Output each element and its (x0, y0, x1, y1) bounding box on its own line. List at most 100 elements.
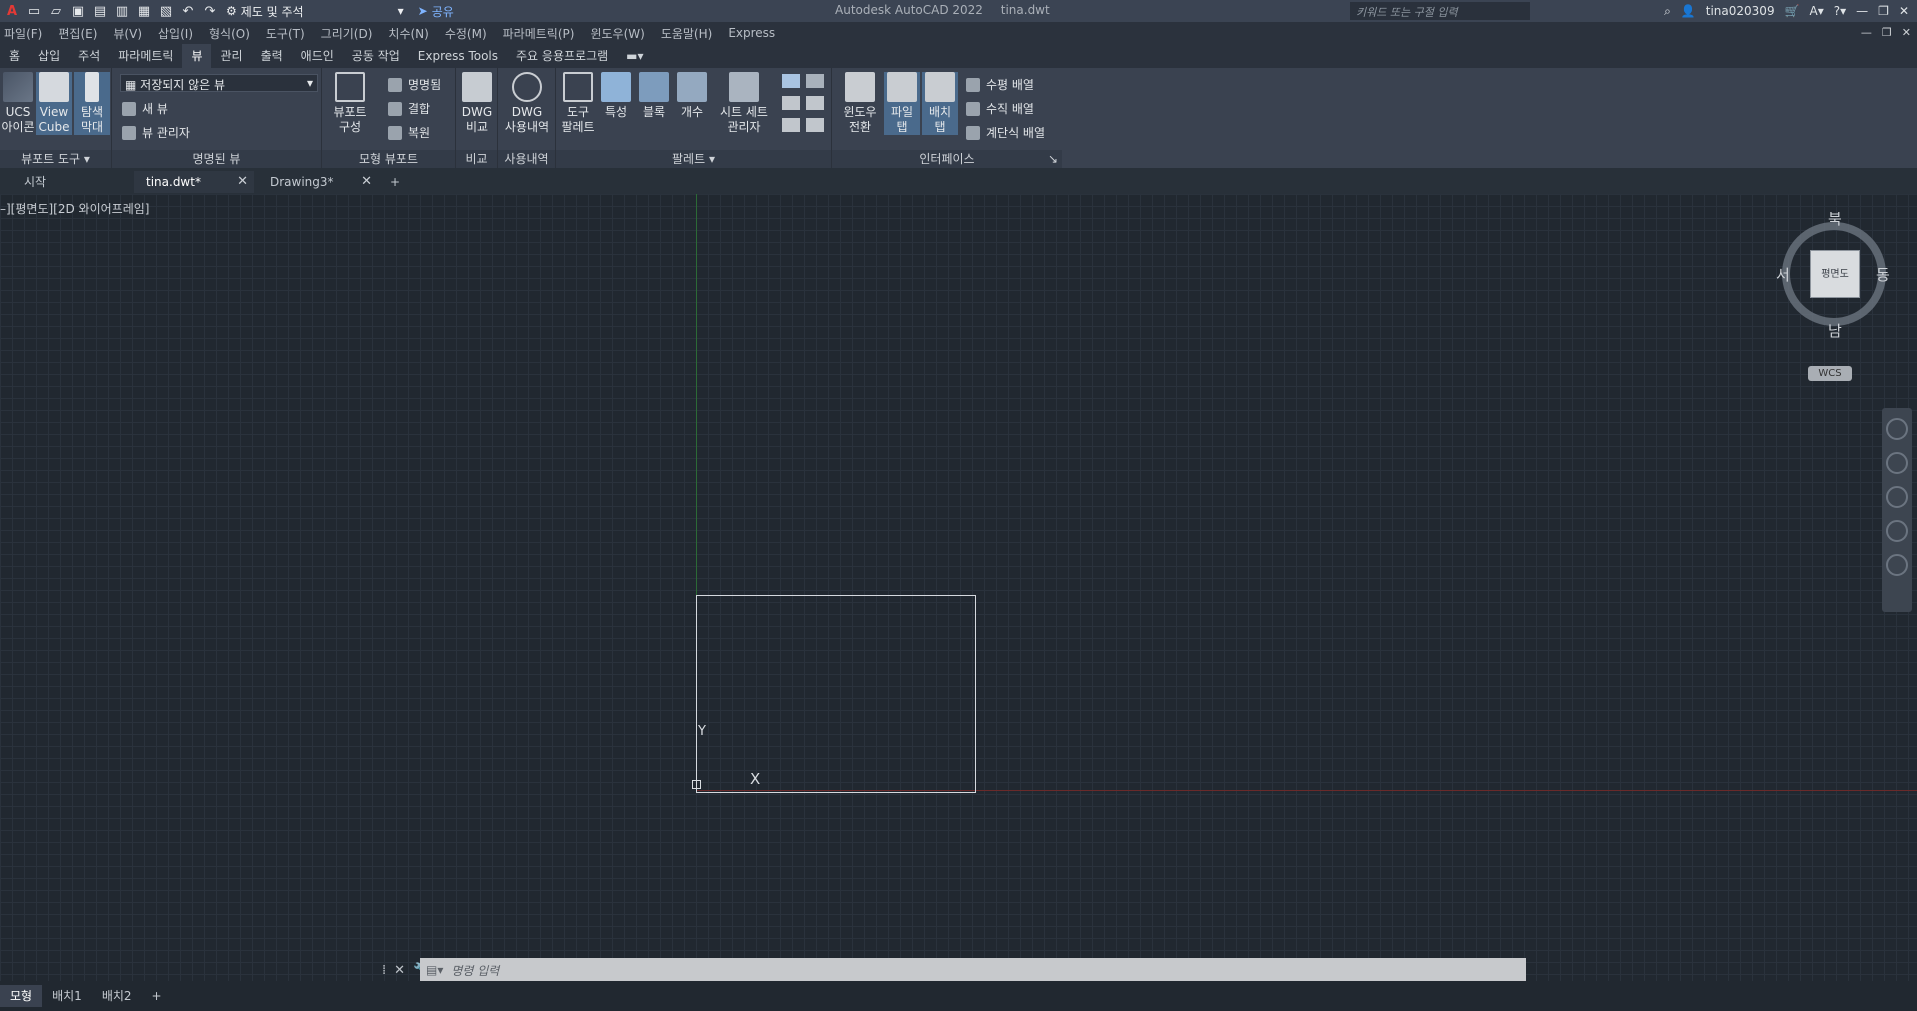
menu-item[interactable]: Express (724, 26, 787, 40)
menu-item[interactable]: 뷰(V) (109, 25, 154, 42)
restore-button[interactable]: 복원 (388, 124, 430, 141)
command-input[interactable]: ▤▾ 명령 입력 (420, 958, 1526, 982)
drawing-canvas[interactable]: –][평면도][2D 와이어프레임] Y X 평면도 북 남 동 서 WCS (0, 194, 1917, 981)
menu-item[interactable]: 편집(E) (54, 25, 109, 42)
doc-minimize-icon[interactable]: — (1861, 26, 1872, 39)
start-tab[interactable]: 시작 (0, 171, 130, 193)
sheet-set-button[interactable]: 시트 세트 관리자 (714, 72, 774, 135)
zoom-extents-icon[interactable] (1886, 486, 1908, 508)
external-refs-icon[interactable] (806, 74, 824, 88)
design-center-icon[interactable] (782, 74, 800, 88)
ribbon-tab[interactable]: 공동 작업 (343, 44, 409, 68)
minimize-icon[interactable]: — (1856, 4, 1868, 18)
compass-south[interactable]: 남 (1828, 320, 1842, 341)
pan-icon[interactable] (1886, 452, 1908, 474)
workspace-switcher[interactable]: ⚙ 제도 및 주석 ▾ (226, 3, 404, 20)
ribbon-tab[interactable]: Express Tools (409, 44, 507, 68)
doc-tab-tina[interactable]: tina.dwt* ✕ (134, 171, 254, 193)
ribbon-tab[interactable]: 홈 (0, 44, 29, 68)
dwg-history-button[interactable]: DWG 사용내역 (500, 72, 554, 135)
user-icon[interactable]: 👤 (1681, 4, 1696, 18)
autocad-logo-icon[interactable]: A (4, 3, 20, 19)
close-command-icon[interactable]: ✕ (394, 963, 405, 978)
add-layout-icon[interactable]: + (142, 985, 172, 1007)
properties-button[interactable]: 특성 (598, 72, 634, 120)
close-icon[interactable]: ✕ (1899, 4, 1909, 18)
ribbon-tab[interactable]: 삽입 (29, 44, 69, 68)
new-file-icon[interactable]: ▭ (26, 3, 42, 19)
ribbon-tab[interactable]: 주석 (69, 44, 109, 68)
count-button[interactable]: 개수 (674, 72, 710, 120)
share-button[interactable]: ➤ 공유 (418, 3, 454, 20)
doc-close-icon[interactable]: ✕ (1902, 26, 1911, 39)
viewcube-face[interactable]: 평면도 (1810, 250, 1860, 298)
dbconnect-icon[interactable] (806, 118, 824, 132)
ribbon-tab[interactable]: 애드인 (292, 44, 343, 68)
menu-item[interactable]: 형식(O) (205, 25, 262, 42)
plot-icon[interactable]: ▦ (136, 3, 152, 19)
named-view-combo[interactable]: ▦ 저장되지 않은 뷰 ▾ (120, 74, 318, 92)
close-tab-icon[interactable]: ✕ (361, 171, 372, 193)
ucs-icon-button[interactable]: UCS 아이콘 (0, 72, 36, 135)
doc-tab-drawing3[interactable]: Drawing3* ✕ (258, 171, 378, 193)
help-icon[interactable]: ?▾ (1834, 4, 1846, 18)
panel-title-palettes[interactable]: 팔레트 ▾ (556, 150, 831, 168)
new-tab-button[interactable]: + (384, 171, 408, 193)
orbit-icon[interactable] (1886, 520, 1908, 542)
layers-icon[interactable] (782, 118, 800, 132)
open-file-icon[interactable]: ▱ (48, 3, 64, 19)
menu-item[interactable]: 수정(M) (441, 25, 499, 42)
markup-set-icon[interactable] (782, 96, 800, 110)
menu-item[interactable]: 삽입(I) (154, 25, 205, 42)
ribbon-tab[interactable]: 출력 (252, 44, 292, 68)
ribbon-tab[interactable]: 뷰 (182, 44, 212, 68)
cascade-button[interactable]: 계단식 배열 (966, 124, 1045, 141)
ribbon-options-icon[interactable]: ▬▾ (617, 44, 652, 68)
compass-west[interactable]: 서 (1776, 264, 1790, 285)
menu-item[interactable]: 윈도우(W) (586, 25, 656, 42)
viewcube-button[interactable]: View Cube (36, 72, 72, 135)
save-as-icon[interactable]: ▤ (92, 3, 108, 19)
undo-icon[interactable]: ↶ (180, 3, 196, 19)
autodesk-a-icon[interactable]: A▾ (1810, 4, 1824, 18)
save-icon[interactable]: ▣ (70, 3, 86, 19)
tool-palettes-button[interactable]: 도구 팔레트 (560, 72, 596, 135)
search-icon[interactable]: ⌕ (1664, 4, 1671, 19)
close-tab-icon[interactable]: ✕ (237, 171, 248, 193)
print-icon[interactable]: ▧ (158, 3, 174, 19)
ribbon-tab[interactable]: 주요 응용프로그램 (507, 44, 617, 68)
panel-title-viewport-tools[interactable]: 뷰포트 도구 ▾ (0, 150, 111, 168)
viewcube[interactable]: 평면도 북 남 동 서 (1776, 210, 1892, 340)
showmotion-icon[interactable] (1886, 554, 1908, 576)
layout-tabs-button[interactable]: 배치 탭 (922, 72, 958, 135)
quickcalc-icon[interactable] (806, 96, 824, 110)
view-manager-button[interactable]: 뷰 관리자 (122, 124, 190, 141)
menu-item[interactable]: 파일(F) (0, 25, 54, 42)
drawn-rectangle[interactable] (696, 595, 976, 793)
dwg-compare-button[interactable]: DWG 비교 (459, 72, 495, 135)
restore-icon[interactable]: ❐ (1878, 4, 1889, 18)
join-button[interactable]: 결합 (388, 100, 430, 117)
blocks-button[interactable]: 블록 (636, 72, 672, 120)
file-tabs-button[interactable]: 파일 탭 (884, 72, 920, 135)
steering-wheel-icon[interactable] (1886, 418, 1908, 440)
user-name[interactable]: tina020309 (1706, 4, 1775, 18)
switch-windows-button[interactable]: 윈도우 전환 (838, 72, 882, 135)
menu-item[interactable]: 파라메트릭(P) (499, 25, 587, 42)
tile-vertical-button[interactable]: 수직 배열 (966, 100, 1034, 117)
viewport-controls-label[interactable]: –][평면도][2D 와이어프레임] (0, 200, 149, 217)
navbar-button[interactable]: 탐색 막대 (74, 72, 110, 135)
viewport-config-button[interactable]: 뷰포트 구성 (330, 72, 370, 135)
menu-item[interactable]: 치수(N) (384, 25, 440, 42)
grip-icon[interactable]: ⁞ (382, 963, 386, 978)
compass-north[interactable]: 북 (1828, 208, 1842, 229)
layout-tab[interactable]: 배치2 (92, 985, 142, 1007)
recent-commands-icon[interactable]: ▤▾ (426, 963, 443, 977)
menu-item[interactable]: 그리기(D) (317, 25, 385, 42)
layout-tab[interactable]: 모형 (0, 985, 43, 1007)
dialog-launcher-icon[interactable]: ↘ (1048, 150, 1058, 168)
compass-east[interactable]: 동 (1876, 264, 1890, 285)
menu-item[interactable]: 도움말(H) (657, 25, 725, 42)
wcs-menu[interactable]: WCS (1808, 366, 1852, 381)
menu-item[interactable]: 도구(T) (262, 25, 317, 42)
